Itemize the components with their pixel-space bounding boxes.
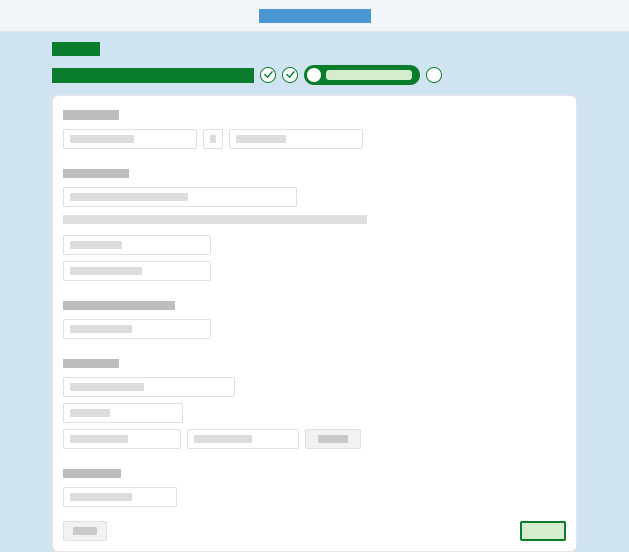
last-name-input[interactable]: [229, 129, 363, 149]
placeholder: [210, 135, 216, 143]
placeholder: [70, 493, 132, 501]
form-footer: [63, 521, 566, 541]
first-name-input[interactable]: [63, 129, 197, 149]
label-zip: [63, 469, 121, 478]
stepper-step-2-done: [282, 67, 298, 83]
label-dob: [63, 301, 175, 310]
dob-input[interactable]: [63, 319, 211, 339]
stepper: [52, 65, 577, 85]
label-address: [63, 359, 119, 368]
state-input[interactable]: [187, 429, 299, 449]
placeholder: [70, 409, 110, 417]
email-input[interactable]: [63, 187, 297, 207]
label-fullname: [63, 110, 119, 120]
button-label: [531, 527, 555, 535]
stepper-step-1-done: [260, 67, 276, 83]
zip-input[interactable]: [63, 487, 177, 507]
next-button[interactable]: [520, 521, 566, 541]
stepper-step-4: [426, 67, 442, 83]
placeholder: [236, 135, 286, 143]
lookup-button[interactable]: [305, 429, 361, 449]
back-button[interactable]: [63, 521, 107, 541]
phone-input[interactable]: [63, 235, 211, 255]
page: [0, 32, 629, 552]
check-icon: [264, 70, 273, 81]
page-heading: [52, 42, 100, 56]
check-icon: [286, 70, 295, 81]
top-bar: [0, 0, 629, 32]
label-email: [63, 169, 129, 178]
stepper-step-3-current: [304, 65, 420, 85]
placeholder: [70, 435, 128, 443]
placeholder: [70, 383, 144, 391]
button-label: [318, 435, 348, 443]
stepper-current-number: [306, 67, 322, 83]
placeholder: [70, 267, 142, 275]
alt-phone-input[interactable]: [63, 261, 211, 281]
form-card: [52, 95, 577, 552]
placeholder: [70, 241, 122, 249]
city-input[interactable]: [63, 429, 181, 449]
placeholder: [70, 193, 188, 201]
street-input[interactable]: [63, 377, 235, 397]
middle-initial-input[interactable]: [203, 129, 223, 149]
stepper-current-label: [326, 70, 412, 80]
stepper-completed-bar: [52, 68, 254, 83]
apt-input[interactable]: [63, 403, 183, 423]
button-label: [73, 527, 97, 535]
app-title: [259, 9, 371, 23]
placeholder: [70, 135, 134, 143]
placeholder: [194, 435, 252, 443]
email-helper-text: [63, 215, 367, 224]
placeholder: [70, 325, 132, 333]
